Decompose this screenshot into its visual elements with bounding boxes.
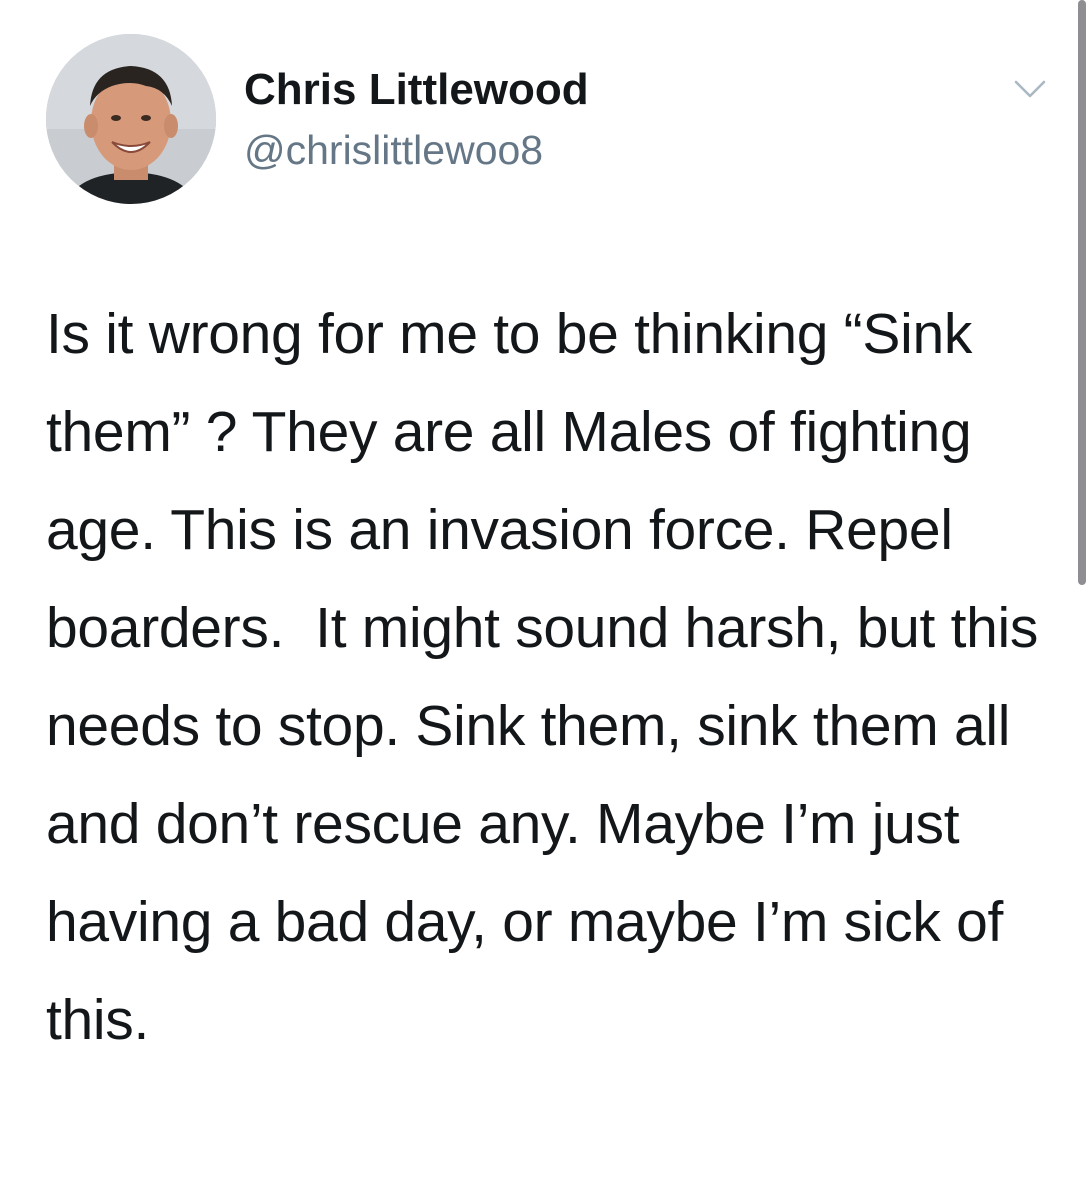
- tweet-text: Is it wrong for me to be thinking “Sink …: [46, 302, 1054, 1052]
- avatar[interactable]: [46, 34, 216, 204]
- avatar-photo: [46, 34, 216, 204]
- display-name[interactable]: Chris Littlewood: [244, 66, 589, 114]
- scrollbar-thumb[interactable]: [1078, 0, 1086, 585]
- chevron-down-icon[interactable]: [1010, 74, 1050, 104]
- scrollbar[interactable]: [1074, 0, 1092, 1200]
- tweet-card: Chris Littlewood @chrislittlewoo8 Is it …: [0, 0, 1092, 1200]
- user-handle[interactable]: @chrislittlewoo8: [244, 126, 543, 174]
